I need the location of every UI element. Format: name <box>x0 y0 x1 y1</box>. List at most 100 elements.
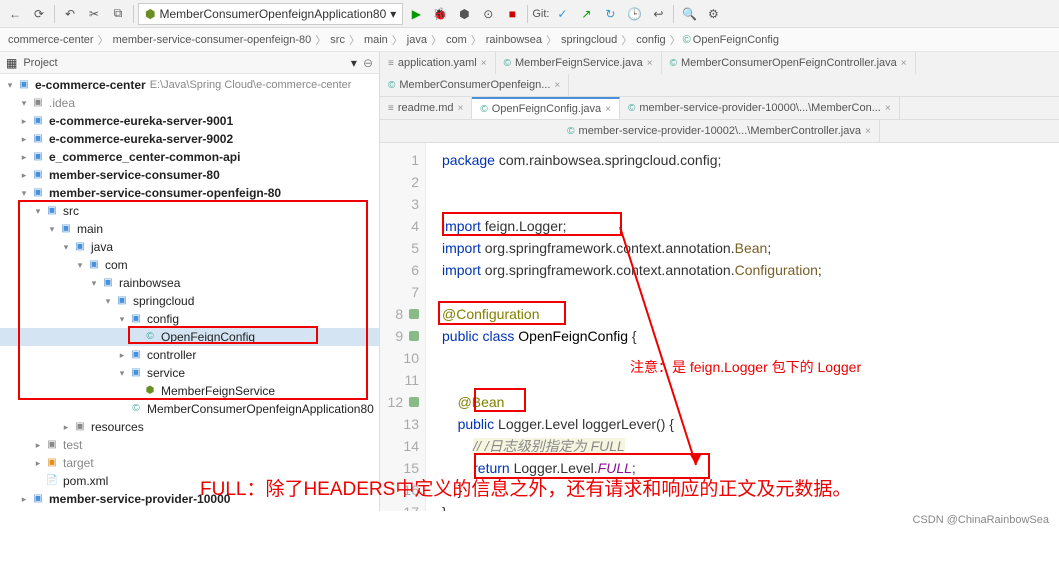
tree-node[interactable]: ▸▣controller <box>0 346 379 364</box>
tree-node[interactable]: ▾▣src <box>0 202 379 220</box>
folder-icon: ▣ <box>128 311 144 327</box>
tree-label: main <box>77 220 103 238</box>
git-rollback-icon[interactable]: ↩ <box>647 3 669 25</box>
close-icon[interactable]: × <box>885 103 891 114</box>
stop-icon[interactable]: ■ <box>501 3 523 25</box>
code-line[interactable]: // /日志级别指定为 FULL <box>442 435 822 457</box>
tree-node[interactable]: ©OpenFeignConfig <box>0 328 379 346</box>
back-icon[interactable]: ← <box>4 3 26 25</box>
editor-tab[interactable]: ©MemberFeignService.java× <box>496 52 662 74</box>
close-icon[interactable]: × <box>481 58 487 69</box>
editor-tab[interactable]: ©MemberConsumerOpenFeignController.java× <box>662 52 916 74</box>
git-update-icon[interactable]: ↻ <box>599 3 621 25</box>
run-icon[interactable]: ▶ <box>405 3 427 25</box>
file-icon: © <box>670 58 677 69</box>
undo-icon[interactable]: ↶ <box>59 3 81 25</box>
code-line[interactable]: @Configuration <box>442 303 822 325</box>
tree-node[interactable]: ▾▣main <box>0 220 379 238</box>
editor-tab[interactable]: ©OpenFeignConfig.java× <box>472 97 620 119</box>
code-editor[interactable]: 12345678 9 101112 1314151617 package com… <box>380 143 1059 523</box>
run-config-dropdown[interactable]: ⬢ MemberConsumerOpenfeignApplication80 ▾ <box>138 3 403 25</box>
close-icon[interactable]: × <box>647 58 653 69</box>
git-pull-icon[interactable]: ✓ <box>551 3 573 25</box>
tree-node[interactable]: ▸▣e-commerce-eureka-server-9001 <box>0 112 379 130</box>
profile-icon[interactable]: ⊙ <box>477 3 499 25</box>
tree-node[interactable]: ▾▣rainbowsea <box>0 274 379 292</box>
collapse-icon[interactable]: ⊖ <box>363 56 373 70</box>
sidebar-dropdown-icon[interactable]: ▾ <box>351 56 357 70</box>
code-line[interactable]: public class OpenFeignConfig { <box>442 325 822 347</box>
editor-tab[interactable]: ©member-service-provider-10000\...\Membe… <box>620 97 900 119</box>
tree-node[interactable]: ▾▣springcloud <box>0 292 379 310</box>
debug-icon[interactable]: 🐞 <box>429 3 451 25</box>
folder-icon: ▣ <box>30 113 46 129</box>
code-line[interactable] <box>442 193 822 215</box>
annotation-note-full: FULL：除了HEADERS中定义的信息之外，还有请求和响应的正文及元数据。 <box>200 474 851 501</box>
tree-node[interactable]: ▾▣service <box>0 364 379 382</box>
tree-node[interactable]: ▾▣java <box>0 238 379 256</box>
editor-tabs-row1: ≡application.yaml× © MemberFeignService.ja… <box>380 52 1059 97</box>
breadcrumb[interactable]: commerce-center〉member-service-consumer-… <box>0 28 1059 52</box>
git-history-icon[interactable]: 🕒 <box>623 3 645 25</box>
tree-node[interactable]: ©MemberConsumerOpenfeignApplication80 <box>0 400 379 418</box>
tree-node[interactable]: ▾▣config <box>0 310 379 328</box>
tree-node[interactable]: ⬢MemberFeignService <box>0 382 379 400</box>
tree-root[interactable]: ▾ ▣ e-commerce-center E:\Java\Spring Clo… <box>0 76 379 94</box>
code-line[interactable]: public Logger.Level loggerLever() { <box>442 413 822 435</box>
folder-icon: ▣ <box>114 293 130 309</box>
folder-icon: ▣ <box>128 365 144 381</box>
annotation-note-logger: 注意：是 feign.Logger 包下的 Logger <box>630 357 861 377</box>
folder-icon: ▣ <box>86 257 102 273</box>
tree-label: e-commerce-eureka-server-9001 <box>49 112 233 130</box>
tree-label: controller <box>147 346 196 364</box>
folder-icon: ▣ <box>30 491 46 507</box>
code-line[interactable]: import org.springframework.context.annot… <box>442 237 822 259</box>
git-push-icon[interactable]: ↗ <box>575 3 597 25</box>
tab-label: MemberFeignService.java <box>515 57 643 69</box>
editor-tab[interactable]: ©member-service-provider-10002\...\Membe… <box>559 120 880 142</box>
copy-icon[interactable]: ⧉ <box>107 3 129 25</box>
tree-node[interactable]: ▸▣member-service-consumer-80 <box>0 166 379 184</box>
code-line[interactable]: import org.springframework.context.annot… <box>442 259 822 281</box>
editor-tab[interactable]: ≡ readme.md× <box>380 97 472 119</box>
sidebar-title: Project <box>23 57 345 69</box>
project-tree[interactable]: ▾ ▣ e-commerce-center E:\Java\Spring Clo… <box>0 74 379 511</box>
tree-label: target <box>63 454 94 472</box>
tree-node[interactable]: ▾▣com <box>0 256 379 274</box>
editor-tabs-row2: ≡readme.md×©OpenFeignConfig.java×©member… <box>380 97 1059 120</box>
tree-node[interactable]: ▸▣test <box>0 436 379 454</box>
code-line[interactable] <box>442 281 822 303</box>
cut-icon[interactable]: ✂ <box>83 3 105 25</box>
tree-node[interactable]: ▸▣target <box>0 454 379 472</box>
settings-icon[interactable]: ⚙ <box>702 3 724 25</box>
tree-node[interactable]: ▸▣e_commerce_center-common-api <box>0 148 379 166</box>
editor-tab[interactable]: ≡application.yaml× <box>380 52 496 74</box>
code-line[interactable] <box>442 171 822 193</box>
tree-label: .idea <box>49 94 75 112</box>
code-line[interactable]: import feign.Logger; <box>442 215 822 237</box>
coverage-icon[interactable]: ⬢ <box>453 3 475 25</box>
class-icon: © <box>128 401 144 417</box>
code-line[interactable]: @Bean <box>442 391 822 413</box>
tab-label: readme.md <box>398 102 454 114</box>
folder-orange-icon: ▣ <box>44 455 60 471</box>
refresh-icon[interactable]: ⟳ <box>28 3 50 25</box>
tree-node[interactable]: ▸▣e-commerce-eureka-server-9002 <box>0 130 379 148</box>
close-icon[interactable]: × <box>865 126 871 137</box>
close-icon[interactable]: × <box>554 80 560 91</box>
sidebar-header: ▦ Project ▾ ⊖ <box>0 52 379 74</box>
close-icon[interactable]: × <box>457 103 463 114</box>
tree-node[interactable]: ▾▣.idea <box>0 94 379 112</box>
close-icon[interactable]: × <box>605 104 611 115</box>
file-icon: ≡ <box>388 103 394 114</box>
file-icon: © <box>388 80 395 91</box>
code-line[interactable]: package com.rainbowsea.springcloud.confi… <box>442 149 822 171</box>
editor-tab[interactable]: ©MemberConsumerOpenfeign...× <box>380 74 569 96</box>
tree-label: member-service-consumer-openfeign-80 <box>49 184 281 202</box>
search-icon[interactable]: 🔍 <box>678 3 700 25</box>
tree-node[interactable]: ▸▣resources <box>0 418 379 436</box>
close-icon[interactable]: × <box>901 58 907 69</box>
project-icon: ▦ <box>6 56 17 70</box>
tree-node[interactable]: ▾▣member-service-consumer-openfeign-80 <box>0 184 379 202</box>
code-content[interactable]: package com.rainbowsea.springcloud.confi… <box>426 143 822 523</box>
